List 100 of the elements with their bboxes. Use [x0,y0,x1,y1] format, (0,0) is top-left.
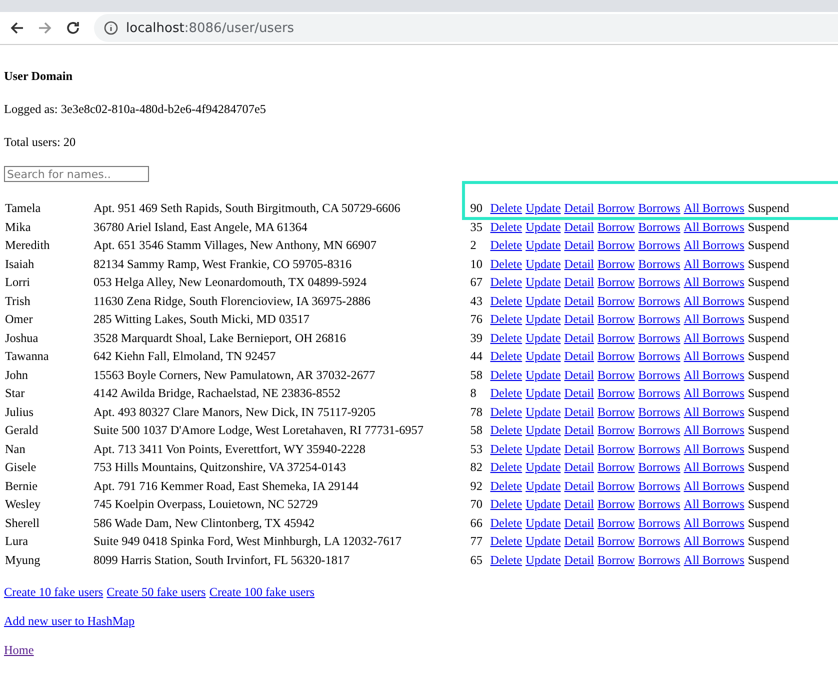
page-link[interactable]: Create 100 fake users [209,585,315,599]
action-link[interactable]: Update [526,532,561,550]
action-link[interactable]: Borrow [598,550,635,569]
action-link[interactable]: Borrows [638,402,680,421]
action-link[interactable]: Borrow [598,476,635,495]
action-link[interactable]: All Borrows [684,495,744,514]
action-link[interactable]: Update [526,328,561,347]
action-link[interactable]: Borrow [598,421,635,440]
action-link[interactable]: Update [526,310,561,328]
action-link[interactable]: Detail [564,514,594,532]
action-link[interactable]: Delete [490,458,522,476]
action-link[interactable]: Borrows [638,440,680,458]
action-link[interactable]: Delete [490,514,522,532]
action-link[interactable]: Detail [564,476,594,495]
action-link[interactable]: Borrows [638,347,680,366]
action-link[interactable]: Delete [490,310,522,328]
action-link[interactable]: Borrows [638,310,680,328]
action-link[interactable]: All Borrows [684,532,744,550]
action-link[interactable]: Borrows [638,199,680,218]
action-link[interactable]: Update [526,440,561,458]
action-link[interactable]: Update [526,402,561,421]
action-link[interactable]: Delete [490,402,522,421]
action-link[interactable]: Borrow [598,402,635,421]
action-link[interactable]: Borrows [638,236,680,254]
page-link[interactable]: Create 50 fake users [106,585,206,599]
action-link[interactable]: Borrows [638,421,680,440]
action-link[interactable]: All Borrows [684,384,744,402]
search-field[interactable]: Search for names.. [4,166,149,182]
action-link[interactable]: Borrows [638,292,680,310]
action-link[interactable]: Detail [564,292,594,310]
action-link[interactable]: All Borrows [684,440,744,458]
action-link[interactable]: Detail [564,550,594,569]
action-link[interactable]: Update [526,347,561,366]
info-icon[interactable] [104,21,118,35]
action-link[interactable]: Borrows [638,458,680,476]
action-link[interactable]: Update [526,199,561,218]
action-link[interactable]: Borrows [638,366,680,384]
action-link[interactable]: Delete [490,550,522,569]
back-icon[interactable] [10,21,24,35]
action-link[interactable]: All Borrows [684,218,744,236]
action-link[interactable]: Detail [564,236,594,254]
action-link[interactable]: Detail [564,402,594,421]
action-link[interactable]: Delete [490,532,522,550]
action-link[interactable]: Borrow [598,532,635,550]
action-link[interactable]: All Borrows [684,254,744,273]
page-link[interactable]: Add new user to HashMap [4,614,135,628]
address-bar[interactable]: localhost:8086/user/users [94,14,838,42]
action-link[interactable]: Detail [564,458,594,476]
action-link[interactable]: All Borrows [684,236,744,254]
action-link[interactable]: All Borrows [684,514,744,532]
action-link[interactable]: Delete [490,476,522,495]
action-link[interactable]: Borrow [598,328,635,347]
action-link[interactable]: Borrows [638,273,680,292]
action-link[interactable]: Delete [490,199,522,218]
action-link[interactable]: All Borrows [684,273,744,292]
action-link[interactable]: Update [526,514,561,532]
action-link[interactable]: Update [526,254,561,273]
action-link[interactable]: Delete [490,421,522,440]
action-link[interactable]: Borrows [638,532,680,550]
action-link[interactable]: Delete [490,292,522,310]
action-link[interactable]: Borrows [638,384,680,402]
forward-icon[interactable] [38,21,52,35]
action-link[interactable]: Delete [490,384,522,402]
action-link[interactable]: Detail [564,254,594,273]
action-link[interactable]: Detail [564,310,594,328]
action-link[interactable]: Update [526,218,561,236]
action-link[interactable]: Borrow [598,199,635,218]
action-link[interactable]: Delete [490,366,522,384]
action-link[interactable]: Update [526,495,561,514]
action-link[interactable]: Delete [490,347,522,366]
action-link[interactable]: Borrow [598,254,635,273]
action-link[interactable]: Borrows [638,254,680,273]
action-link[interactable]: Borrow [598,495,635,514]
action-link[interactable]: Update [526,421,561,440]
action-link[interactable]: Delete [490,495,522,514]
reload-icon[interactable] [66,21,80,35]
action-link[interactable]: Detail [564,273,594,292]
action-link[interactable]: Delete [490,328,522,347]
action-link[interactable]: Update [526,273,561,292]
action-link[interactable]: Detail [564,495,594,514]
action-link[interactable]: Update [526,384,561,402]
page-link[interactable]: Home [4,643,34,657]
action-link[interactable]: Detail [564,384,594,402]
action-link[interactable]: Detail [564,440,594,458]
action-link[interactable]: Borrow [598,458,635,476]
page-link[interactable]: Create 10 fake users [4,585,104,599]
action-link[interactable]: Borrow [598,440,635,458]
action-link[interactable]: Borrow [598,347,635,366]
action-link[interactable]: All Borrows [684,292,744,310]
action-link[interactable]: Detail [564,532,594,550]
action-link[interactable]: Detail [564,366,594,384]
action-link[interactable]: All Borrows [684,310,744,328]
action-link[interactable]: All Borrows [684,199,744,218]
action-link[interactable]: Borrow [598,218,635,236]
action-link[interactable]: All Borrows [684,550,744,569]
action-link[interactable]: All Borrows [684,366,744,384]
action-link[interactable]: Detail [564,421,594,440]
action-link[interactable]: Detail [564,218,594,236]
action-link[interactable]: Delete [490,218,522,236]
action-link[interactable]: Delete [490,236,522,254]
